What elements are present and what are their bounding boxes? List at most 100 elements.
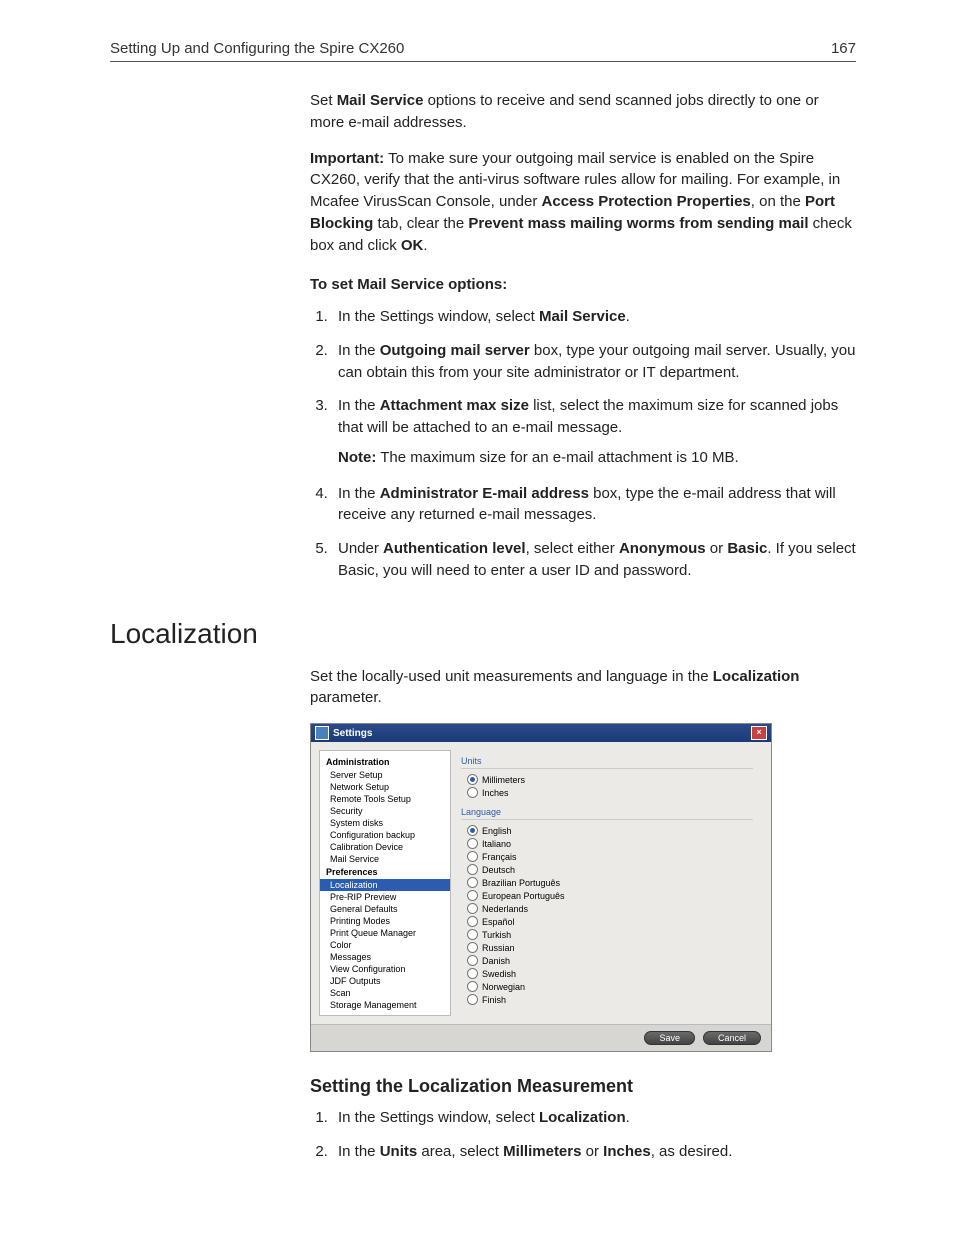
nav-heading-prefs: Preferences <box>320 865 450 879</box>
radio-icon <box>467 851 478 862</box>
step-4: In the Administrator E-mail address box,… <box>332 483 856 527</box>
language-label: Finish <box>482 995 506 1005</box>
nav-item-view-configuration[interactable]: View Configuration <box>320 963 450 975</box>
nav-item-messages[interactable]: Messages <box>320 951 450 963</box>
language-option-deutsch[interactable]: Deutsch <box>461 863 753 876</box>
language-label: European Português <box>482 891 565 901</box>
radio-icon <box>467 994 478 1005</box>
radio-icon <box>467 890 478 901</box>
radio-icon <box>467 981 478 992</box>
localization-heading: Localization <box>110 618 856 650</box>
intro-paragraph: Set Mail Service options to receive and … <box>310 90 856 134</box>
language-label: Russian <box>482 943 515 953</box>
language-group-label: Language <box>461 805 753 820</box>
radio-icon <box>467 968 478 979</box>
language-option-european-português[interactable]: European Português <box>461 889 753 902</box>
language-label: Brazilian Português <box>482 878 560 888</box>
nav-item-security[interactable]: Security <box>320 805 450 817</box>
page-header: Setting Up and Configuring the Spire CX2… <box>110 40 856 62</box>
measurement-steps: In the Settings window, select Localizat… <box>310 1107 856 1163</box>
nav-item-network-setup[interactable]: Network Setup <box>320 781 450 793</box>
language-option-français[interactable]: Français <box>461 850 753 863</box>
close-icon[interactable]: × <box>751 726 767 740</box>
app-icon <box>315 726 329 740</box>
nav-item-storage-management[interactable]: Storage Management <box>320 999 450 1011</box>
settings-dialog: Settings × Administration Server SetupNe… <box>310 723 772 1052</box>
mail-service-steps: In the Settings window, select Mail Serv… <box>310 306 856 582</box>
nav-item-print-queue-manager[interactable]: Print Queue Manager <box>320 927 450 939</box>
nav-item-localization[interactable]: Localization <box>320 879 450 891</box>
language-label: Français <box>482 852 517 862</box>
units-label: Millimeters <box>482 775 525 785</box>
cancel-button[interactable]: Cancel <box>703 1031 761 1045</box>
step-5: Under Authentication level, select eithe… <box>332 538 856 582</box>
nav-item-calibration-device[interactable]: Calibration Device <box>320 841 450 853</box>
measurement-subheading: Setting the Localization Measurement <box>310 1076 856 1097</box>
dialog-titlebar: Settings × <box>311 724 771 742</box>
important-note: Important: To make sure your outgoing ma… <box>310 148 856 257</box>
language-option-swedish[interactable]: Swedish <box>461 967 753 980</box>
measure-step-2: In the Units area, select Millimeters or… <box>332 1141 856 1163</box>
page-number: 167 <box>831 40 856 57</box>
language-label: Deutsch <box>482 865 515 875</box>
radio-icon <box>467 825 478 836</box>
dialog-footer: Save Cancel <box>311 1024 771 1051</box>
radio-icon <box>467 929 478 940</box>
nav-item-general-defaults[interactable]: General Defaults <box>320 903 450 915</box>
radio-icon <box>467 787 478 798</box>
radio-icon <box>467 774 478 785</box>
language-option-english[interactable]: English <box>461 824 753 837</box>
step-2: In the Outgoing mail server box, type yo… <box>332 340 856 384</box>
language-label: Nederlands <box>482 904 528 914</box>
language-label: Norwegian <box>482 982 525 992</box>
nav-item-system-disks[interactable]: System disks <box>320 817 450 829</box>
radio-icon <box>467 916 478 927</box>
language-option-danish[interactable]: Danish <box>461 954 753 967</box>
nav-item-remote-tools-setup[interactable]: Remote Tools Setup <box>320 793 450 805</box>
radio-icon <box>467 838 478 849</box>
language-option-finish[interactable]: Finish <box>461 993 753 1006</box>
language-label: Italiano <box>482 839 511 849</box>
nav-item-color[interactable]: Color <box>320 939 450 951</box>
settings-nav: Administration Server SetupNetwork Setup… <box>319 750 451 1016</box>
units-group-label: Units <box>461 754 753 769</box>
nav-item-jdf-outputs[interactable]: JDF Outputs <box>320 975 450 987</box>
settings-content: Units Millimeters Inches Language English… <box>451 750 763 1016</box>
language-label: English <box>482 826 512 836</box>
step-3-note: Note: The maximum size for an e-mail att… <box>338 447 856 469</box>
measure-step-1: In the Settings window, select Localizat… <box>332 1107 856 1129</box>
step-3: In the Attachment max size list, select … <box>332 395 856 468</box>
language-label: Español <box>482 917 515 927</box>
nav-item-scan[interactable]: Scan <box>320 987 450 999</box>
language-label: Danish <box>482 956 510 966</box>
radio-icon <box>467 864 478 875</box>
language-option-brazilian-português[interactable]: Brazilian Português <box>461 876 753 889</box>
language-label: Turkish <box>482 930 511 940</box>
language-option-italiano[interactable]: Italiano <box>461 837 753 850</box>
nav-item-pre-rip-preview[interactable]: Pre-RIP Preview <box>320 891 450 903</box>
step-1: In the Settings window, select Mail Serv… <box>332 306 856 328</box>
nav-item-mail-service[interactable]: Mail Service <box>320 853 450 865</box>
localization-intro: Set the locally-used unit measurements a… <box>310 666 856 710</box>
nav-item-printing-modes[interactable]: Printing Modes <box>320 915 450 927</box>
radio-icon <box>467 877 478 888</box>
language-label: Swedish <box>482 969 516 979</box>
nav-item-configuration-backup[interactable]: Configuration backup <box>320 829 450 841</box>
nav-heading-admin: Administration <box>320 755 450 769</box>
units-option-inches[interactable]: Inches <box>461 786 753 799</box>
language-option-russian[interactable]: Russian <box>461 941 753 954</box>
nav-item-server-setup[interactable]: Server Setup <box>320 769 450 781</box>
dialog-title: Settings <box>333 728 372 739</box>
save-button[interactable]: Save <box>644 1031 695 1045</box>
units-option-millimeters[interactable]: Millimeters <box>461 773 753 786</box>
language-option-norwegian[interactable]: Norwegian <box>461 980 753 993</box>
procedure-heading: To set Mail Service options: <box>310 274 856 296</box>
header-title: Setting Up and Configuring the Spire CX2… <box>110 40 404 57</box>
radio-icon <box>467 903 478 914</box>
language-option-nederlands[interactable]: Nederlands <box>461 902 753 915</box>
language-option-español[interactable]: Español <box>461 915 753 928</box>
radio-icon <box>467 955 478 966</box>
units-label: Inches <box>482 788 509 798</box>
radio-icon <box>467 942 478 953</box>
language-option-turkish[interactable]: Turkish <box>461 928 753 941</box>
